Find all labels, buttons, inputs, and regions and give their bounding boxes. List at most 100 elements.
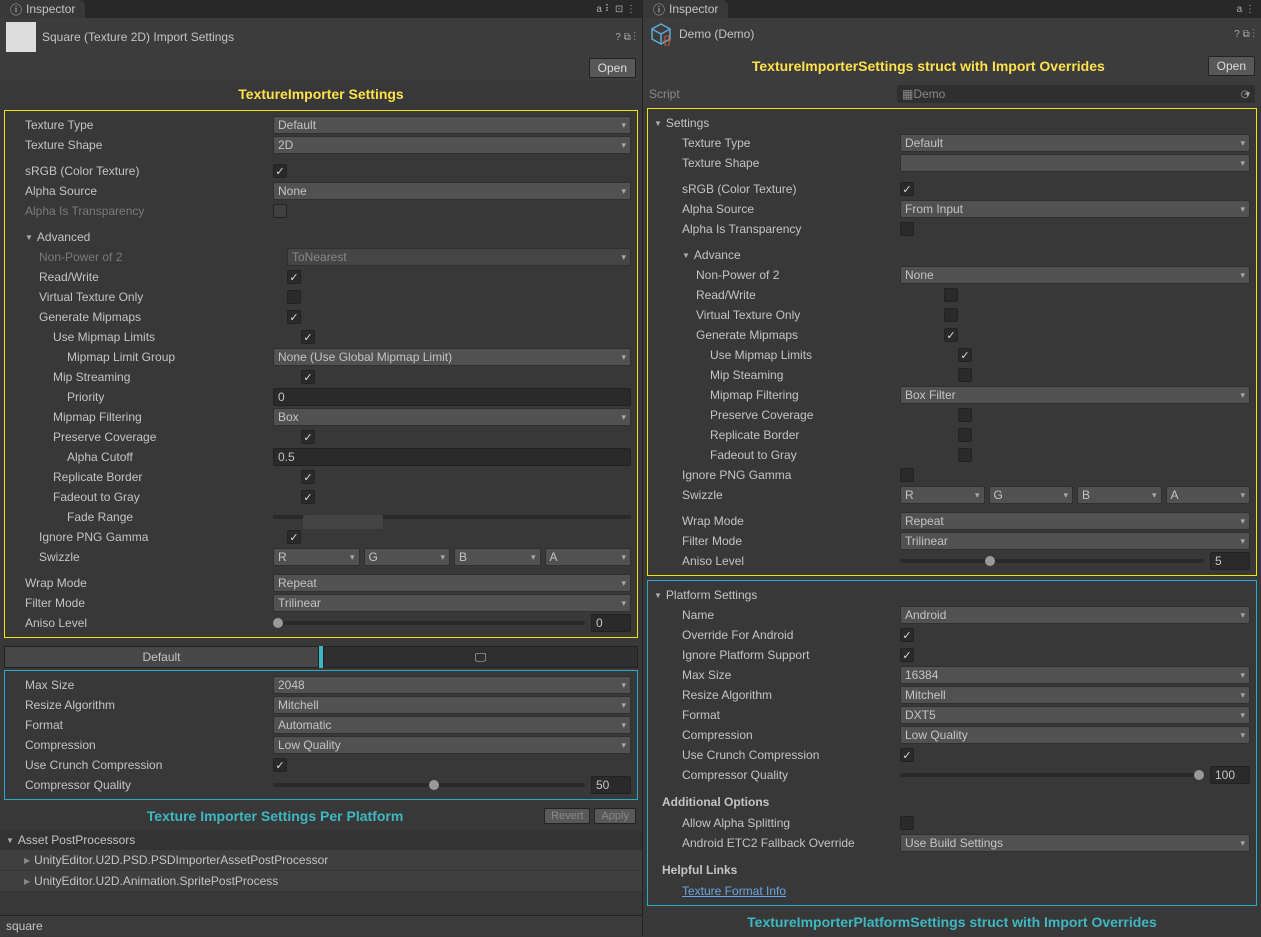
checkbox-fadeout[interactable] (958, 448, 972, 462)
input-quality[interactable] (1210, 766, 1250, 784)
checkbox-override[interactable] (900, 628, 914, 642)
dropdown-swizzle-a[interactable]: A (1166, 486, 1251, 504)
info-icon: ⓘ (10, 1, 22, 18)
dropdown-name[interactable]: Android (900, 606, 1250, 624)
slider-quality[interactable] (273, 783, 585, 787)
dropdown-alpha-source[interactable]: None (273, 182, 631, 200)
checkbox-usemiplimits[interactable] (301, 330, 315, 344)
dropdown-etc2[interactable]: Use Build Settings (900, 834, 1250, 852)
dropdown-wrap[interactable]: Repeat (273, 574, 631, 592)
checkbox-alphasplit[interactable] (900, 816, 914, 830)
help-icon[interactable]: ? ⧉ ⋮ (1234, 29, 1255, 40)
dropdown-texture-type[interactable]: Default (900, 134, 1250, 152)
tab-inspector[interactable]: ⓘ Inspector (0, 0, 85, 18)
dropdown-swizzle-g[interactable]: G (364, 548, 451, 566)
dropdown-alpha-source[interactable]: From Input (900, 200, 1250, 218)
label-vto: Virtual Texture Only (39, 290, 287, 304)
input-aniso[interactable] (591, 614, 631, 632)
checkbox-vto[interactable] (287, 290, 301, 304)
foldout-platform[interactable]: Platform Settings (654, 588, 757, 602)
link-format-info[interactable]: Texture Format Info (682, 884, 786, 898)
checkbox-preservecov[interactable] (958, 408, 972, 422)
checkbox-srgb[interactable] (900, 182, 914, 196)
label-aniso: Aniso Level (25, 616, 273, 630)
platform-tab-standalone[interactable]: 🖵 (323, 646, 638, 668)
checkbox-ignore[interactable] (900, 648, 914, 662)
monitor-icon: 🖵 (475, 650, 487, 665)
checkbox-srgb[interactable] (273, 164, 287, 178)
dropdown-compression[interactable]: Low Quality (273, 736, 631, 754)
label-swizzle: Swizzle (39, 550, 273, 564)
dropdown-mipfilter[interactable]: Box (273, 408, 631, 426)
foldout-advance[interactable]: Advance (682, 248, 741, 262)
dropdown-swizzle-a[interactable]: A (545, 548, 632, 566)
header-right: {} Demo (Demo) ? ⧉ ⋮ (643, 18, 1261, 50)
dropdown-format[interactable]: DXT5 (900, 706, 1250, 724)
dropdown-swizzle-b[interactable]: B (1077, 486, 1162, 504)
input-aniso[interactable] (1210, 552, 1250, 570)
dropdown-swizzle-g[interactable]: G (989, 486, 1074, 504)
dropdown-swizzle-b[interactable]: B (454, 548, 541, 566)
checkbox-crunch[interactable] (900, 748, 914, 762)
dropdown-filter[interactable]: Trilinear (273, 594, 631, 612)
checkbox-genmip[interactable] (287, 310, 301, 324)
dropdown-maxsize[interactable]: 2048 (273, 676, 631, 694)
open-button-right[interactable]: Open (1208, 56, 1255, 76)
checkbox-preservecov[interactable] (301, 430, 315, 444)
list-item-pp2[interactable]: UnityEditor.U2D.Animation.SpritePostProc… (0, 871, 642, 892)
dropdown-format[interactable]: Automatic (273, 716, 631, 734)
tab-inspector-right[interactable]: ⓘ Inspector (643, 0, 728, 18)
dropdown-npot[interactable]: None (900, 266, 1250, 284)
checkbox-readwrite[interactable] (944, 288, 958, 302)
dropdown-filter[interactable]: Trilinear (900, 532, 1250, 550)
checkbox-alpha-transparency[interactable] (900, 222, 914, 236)
dropdown-swizzle-r[interactable]: R (900, 486, 985, 504)
dropdown-maxsize[interactable]: 16384 (900, 666, 1250, 684)
slider-quality[interactable] (900, 773, 1204, 777)
input-alphacutoff[interactable] (273, 448, 631, 466)
dropdown-texture-type[interactable]: Default (273, 116, 631, 134)
checkbox-crunch[interactable] (273, 758, 287, 772)
input-priority[interactable] (273, 388, 631, 406)
checkbox-fadeout[interactable] (301, 490, 315, 504)
label-fadeout: Fadeout to Gray (710, 448, 958, 462)
checkbox-usemiplimits[interactable] (958, 348, 972, 362)
dropdown-swizzle-r[interactable]: R (273, 548, 360, 566)
label-mipfilter: Mipmap Filtering (710, 388, 900, 402)
foldout-settings[interactable]: Settings (654, 116, 709, 130)
help-icon[interactable]: ? ⧉ ⋮ (615, 32, 636, 43)
cyan-box-right: Platform Settings NameAndroid Override F… (647, 580, 1257, 906)
dropdown-resize[interactable]: Mitchell (900, 686, 1250, 704)
dropdown-wrap[interactable]: Repeat (900, 512, 1250, 530)
foldout-postprocessors[interactable]: Asset PostProcessors (6, 833, 135, 847)
label-filter: Filter Mode (25, 596, 273, 610)
checkbox-readwrite[interactable] (287, 270, 301, 284)
window-controls[interactable]: a ⠇ ⊡ ⋮ (596, 4, 636, 15)
slider-faderange[interactable] (273, 515, 631, 519)
label-aniso: Aniso Level (682, 554, 900, 568)
list-item-pp1[interactable]: UnityEditor.U2D.PSD.PSDImporterAssetPost… (0, 850, 642, 871)
checkbox-ignorepng[interactable] (287, 530, 301, 544)
checkbox-mipstream[interactable] (301, 370, 315, 384)
dropdown-miplimitgroup[interactable]: None (Use Global Mipmap Limit) (273, 348, 631, 366)
dropdown-mipfilter[interactable]: Box Filter (900, 386, 1250, 404)
dropdown-resize[interactable]: Mitchell (273, 696, 631, 714)
checkbox-genmip[interactable] (944, 328, 958, 342)
window-controls[interactable]: a ⋮ (1237, 4, 1255, 15)
checkbox-repborder[interactable] (958, 428, 972, 442)
open-button[interactable]: Open (589, 58, 636, 78)
platform-tab-default[interactable]: Default (4, 646, 319, 668)
checkbox-mipsteam[interactable] (958, 368, 972, 382)
slider-aniso[interactable] (273, 621, 585, 625)
checkbox-ignorepng[interactable] (900, 468, 914, 482)
checkbox-repborder[interactable] (301, 470, 315, 484)
dropdown-texture-shape[interactable] (900, 154, 1250, 172)
dropdown-texture-shape[interactable]: 2D (273, 136, 631, 154)
checkbox-vto[interactable] (944, 308, 958, 322)
input-quality[interactable] (591, 776, 631, 794)
revert-button[interactable]: Revert (544, 808, 590, 824)
apply-button[interactable]: Apply (594, 808, 636, 824)
slider-aniso[interactable] (900, 559, 1204, 563)
foldout-advanced[interactable]: Advanced (25, 230, 90, 244)
dropdown-compression[interactable]: Low Quality (900, 726, 1250, 744)
